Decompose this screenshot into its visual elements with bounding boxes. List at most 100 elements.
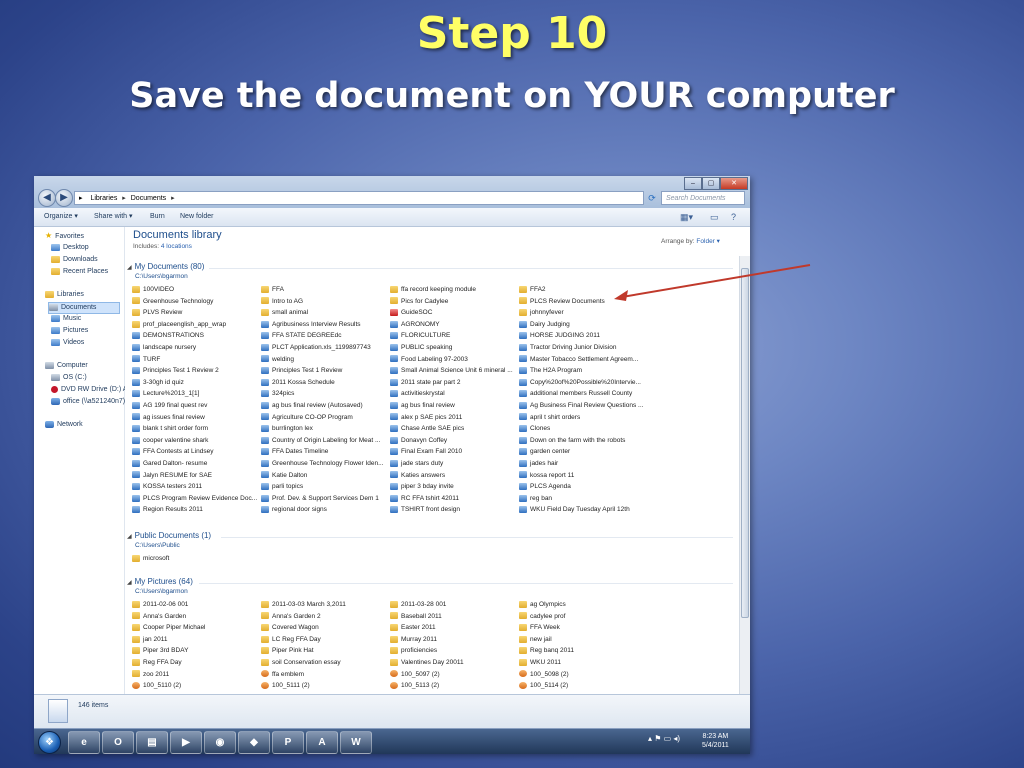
file-item[interactable]: Katies answers	[390, 471, 515, 481]
file-item[interactable]: new jail	[519, 635, 644, 645]
file-item[interactable]: PLCS Agenda	[519, 482, 644, 492]
file-item[interactable]: reg ban	[519, 494, 644, 504]
file-item[interactable]: parli topics	[261, 482, 386, 492]
file-item[interactable]: Food Labeling 97-2003	[390, 355, 515, 365]
new-folder-button[interactable]: New folder	[180, 208, 213, 226]
taskbar-security-icon[interactable]: ◆	[238, 731, 270, 754]
burn-button[interactable]: Burn	[150, 208, 165, 226]
file-item[interactable]: 2011 state par part 2	[390, 378, 515, 388]
file-item[interactable]: FFA Week	[519, 623, 644, 633]
arrange-by-dropdown[interactable]: Folder ▾	[696, 238, 720, 245]
file-item[interactable]: Pics for Cadylee	[390, 297, 515, 307]
file-item[interactable]: 100_5111 (2)	[261, 681, 386, 691]
file-item[interactable]: Prof. Dev. & Support Services Dem 1	[261, 494, 386, 504]
file-item[interactable]: Country of Origin Labeling for Meat ...	[261, 436, 386, 446]
file-item[interactable]: Principles Test 1 Review 2	[132, 366, 257, 376]
file-item[interactable]: Lecture%2013_1[1]	[132, 389, 257, 399]
file-item[interactable]: Master Tobacco Settlement Agreem...	[519, 355, 644, 365]
address-bar[interactable]: ▸ Libraries ▸ Documents ▸	[74, 191, 644, 205]
file-item[interactable]: Piper Pink Hat	[261, 646, 386, 656]
file-item[interactable]: Final Exam Fall 2010	[390, 447, 515, 457]
file-item[interactable]: LC Reg FFA Day	[261, 635, 386, 645]
file-item[interactable]: FLORICULTURE	[390, 331, 515, 341]
file-item[interactable]: 100VIDEO	[132, 285, 257, 295]
nav-computer[interactable]: Computer	[45, 361, 88, 371]
breadcrumb-libraries[interactable]: Libraries	[90, 195, 117, 202]
file-item[interactable]: Reg banq 2011	[519, 646, 644, 656]
file-item[interactable]: Ag Business Final Review Questions ...	[519, 401, 644, 411]
nav-downloads[interactable]: Downloads	[51, 255, 98, 265]
file-item[interactable]: FFA Dates Timeline	[261, 447, 386, 457]
file-item[interactable]: Valentines Day 20011	[390, 658, 515, 668]
locations-link[interactable]: 4 locations	[161, 243, 192, 250]
file-item[interactable]: 2011 Kossa Schedule	[261, 378, 386, 388]
file-item[interactable]: prof_placeenglish_app_wrap	[132, 320, 257, 330]
file-item[interactable]: DEMONSTRATIONS	[132, 331, 257, 341]
nav-os-c[interactable]: OS (C:)	[51, 373, 87, 383]
view-options-icon[interactable]: ▦▾	[680, 211, 693, 223]
file-item[interactable]: The H2A Program	[519, 366, 644, 376]
file-item[interactable]: jan 2011	[132, 635, 257, 645]
file-item[interactable]: 100_5113 (2)	[390, 681, 515, 691]
nav-office-network-drive[interactable]: office (\\a521240n7)	[51, 397, 125, 407]
file-item[interactable]: johnnyfever	[519, 308, 644, 318]
nav-documents[interactable]: Documents	[48, 302, 120, 314]
file-item[interactable]: RC FFA tshirt 42011	[390, 494, 515, 504]
file-item[interactable]: Anna's Garden 2	[261, 612, 386, 622]
start-button[interactable]: ❖	[38, 731, 61, 754]
refresh-icon[interactable]: ⟳	[645, 191, 659, 205]
file-item[interactable]: Small Animal Science Unit 6 mineral ...	[390, 366, 515, 376]
taskbar-ie-icon[interactable]: e	[68, 731, 100, 754]
file-item[interactable]: FFA STATE DEGREEdc	[261, 331, 386, 341]
file-item[interactable]: microsoft	[132, 554, 257, 564]
file-item[interactable]: Katie Dalton	[261, 471, 386, 481]
file-item[interactable]: Gared Dalton- resume	[132, 459, 257, 469]
file-item[interactable]: Tractor Driving Junior Division	[519, 343, 644, 353]
file-item[interactable]: Reg FFA Day	[132, 658, 257, 668]
file-item[interactable]: Principles Test 1 Review	[261, 366, 386, 376]
taskbar-explorer-icon[interactable]: ▤	[136, 731, 168, 754]
file-item[interactable]: kossa report 11	[519, 471, 644, 481]
help-icon[interactable]: ?	[731, 211, 736, 223]
file-item[interactable]: cooper valentine shark	[132, 436, 257, 446]
file-item[interactable]: 324pics	[261, 389, 386, 399]
file-item[interactable]: HORSE JUDGING 2011	[519, 331, 644, 341]
file-item[interactable]: jades hair	[519, 459, 644, 469]
nav-music[interactable]: Music	[51, 314, 81, 324]
file-item[interactable]: alex p SAE pics 2011	[390, 413, 515, 423]
file-item[interactable]: Copy%20of%20Possible%20Intervie...	[519, 378, 644, 388]
system-tray-icons[interactable]: ▴ ⚑ ▭ ◂)	[648, 734, 680, 743]
file-item[interactable]: 2011-03-03 March 3,2011	[261, 600, 386, 610]
file-item[interactable]: blank t shirt order form	[132, 424, 257, 434]
file-item[interactable]: Donavyn Coffey	[390, 436, 515, 446]
file-item[interactable]: Piper 3rd BDAY	[132, 646, 257, 656]
nav-dvd-drive[interactable]: DVD RW Drive (D:) A	[51, 385, 127, 395]
minimize-button[interactable]: –	[684, 177, 702, 190]
file-item[interactable]: welding	[261, 355, 386, 365]
file-item[interactable]: piper 3 bday invite	[390, 482, 515, 492]
file-item[interactable]: Down on the farm with the robots	[519, 436, 644, 446]
file-item[interactable]: ffa emblem	[261, 670, 386, 680]
file-item[interactable]: 100_5110 (2)	[132, 681, 257, 691]
clock[interactable]: 8:23 AM 5/4/2011	[702, 732, 729, 750]
file-item[interactable]: ffa record keeping module	[390, 285, 515, 295]
file-item[interactable]: Covered Wagon	[261, 623, 386, 633]
file-item[interactable]: FFA	[261, 285, 386, 295]
preview-pane-icon[interactable]: ▭	[710, 211, 719, 223]
file-item[interactable]: 3-30gh id quiz	[132, 378, 257, 388]
close-button[interactable]: ✕	[720, 177, 748, 190]
taskbar-acrobat-icon[interactable]: A	[306, 731, 338, 754]
taskbar-word-icon[interactable]: W	[340, 731, 372, 754]
file-item[interactable]: AG 199 final quest rev	[132, 401, 257, 411]
file-item[interactable]: landscape nursery	[132, 343, 257, 353]
file-item[interactable]: burrlington lex	[261, 424, 386, 434]
taskbar-app-icon[interactable]: ◉	[204, 731, 236, 754]
file-item[interactable]: Chase Antle SAE pics	[390, 424, 515, 434]
file-item[interactable]: soil Conservation essay	[261, 658, 386, 668]
taskbar-media-player-icon[interactable]: ▶	[170, 731, 202, 754]
vertical-scrollbar[interactable]	[739, 256, 750, 694]
file-item[interactable]: ag bus final review (Autosaved)	[261, 401, 386, 411]
group-header-public-documents[interactable]: ◢ Public Documents (1)	[127, 531, 211, 540]
group-header-my-documents[interactable]: ◢ My Documents (80)	[127, 262, 204, 271]
file-item[interactable]: ag bus final review	[390, 401, 515, 411]
